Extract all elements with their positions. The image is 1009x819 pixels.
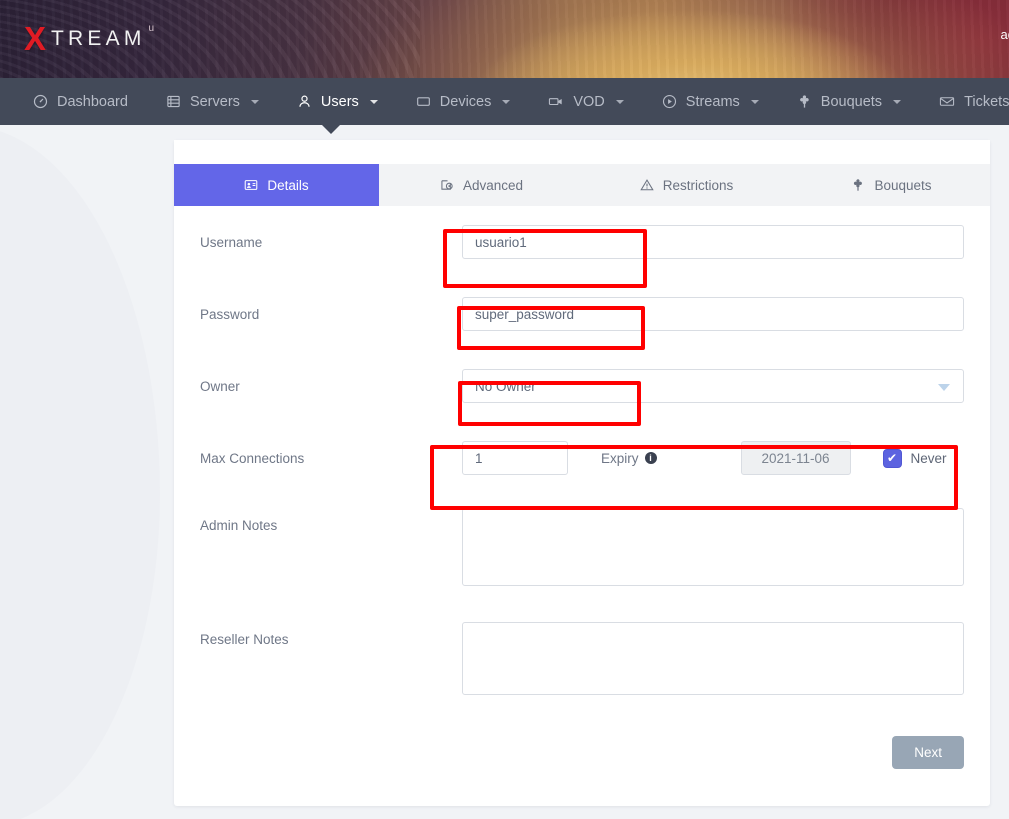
tab-label: Bouquets (874, 178, 931, 193)
nav-item-tickets[interactable]: Tickets (920, 78, 1009, 125)
admin-notes-label: Admin Notes (200, 508, 462, 533)
logo-x-mark: X (24, 22, 46, 55)
tab-advanced[interactable]: Advanced (379, 164, 584, 206)
nav-label: Users (321, 94, 359, 110)
nav-label: Streams (686, 94, 740, 110)
id-card-icon (244, 178, 258, 192)
expiry-label-group: Expiry i (601, 451, 657, 466)
password-input[interactable] (462, 297, 964, 331)
admin-notes-textarea[interactable] (462, 508, 964, 586)
logo-wordmark: TREAM (48, 28, 146, 49)
username-label: Username (200, 235, 462, 250)
account-menu[interactable]: ad (1001, 27, 1009, 42)
card-header-spacer (174, 140, 990, 164)
max-connections-label: Max Connections (200, 451, 462, 466)
info-icon[interactable]: i (645, 452, 657, 464)
nav-label: Servers (190, 94, 240, 110)
video-icon (548, 94, 564, 109)
chevron-down-icon (370, 100, 378, 104)
user-icon (297, 94, 312, 109)
row-owner: Owner (174, 350, 990, 422)
chevron-down-icon (751, 100, 759, 104)
never-checkbox[interactable]: ✔ (883, 449, 902, 468)
chevron-down-icon (616, 100, 624, 104)
max-connections-input[interactable] (462, 441, 568, 475)
server-icon (166, 94, 181, 109)
username-input[interactable] (462, 225, 964, 259)
chevron-down-icon (251, 100, 259, 104)
row-max-connections: Max Connections Expiry i ✔ Never (174, 422, 990, 494)
nav-item-bouquets[interactable]: Bouquets (778, 78, 920, 125)
owner-label: Owner (200, 379, 462, 394)
tab-label: Details (267, 178, 308, 193)
device-icon (416, 94, 431, 109)
never-checkbox-group: ✔ Never (883, 449, 947, 468)
nav-item-vod[interactable]: VOD (529, 78, 642, 125)
row-reseller-notes: Reseller Notes (174, 591, 990, 700)
reseller-notes-textarea[interactable] (462, 622, 964, 695)
cog-box-icon (440, 178, 454, 192)
bouquet-icon (851, 178, 865, 192)
warning-icon (640, 178, 654, 192)
nav-item-streams[interactable]: Streams (643, 78, 778, 125)
bouquet-icon (797, 94, 812, 109)
nav-item-servers[interactable]: Servers (147, 78, 278, 125)
active-nav-pointer (322, 125, 340, 134)
nav-item-dashboard[interactable]: Dashboard (14, 78, 147, 125)
reseller-notes-label: Reseller Notes (200, 622, 462, 647)
logo-superscript: u (149, 24, 155, 34)
row-admin-notes: Admin Notes (174, 494, 990, 591)
row-username: Username (174, 206, 990, 278)
main-navigation: Dashboard Servers Users (0, 78, 1009, 125)
expiry-date-input[interactable] (741, 441, 851, 475)
tab-restrictions[interactable]: Restrictions (584, 164, 789, 206)
tab-details[interactable]: Details (174, 164, 379, 206)
form-tabs: Details Advanced (174, 164, 990, 206)
details-form: Username Password Owner (174, 206, 990, 769)
expiry-label: Expiry (601, 451, 639, 466)
tab-label: Restrictions (663, 178, 734, 193)
chevron-down-icon (502, 100, 510, 104)
nav-label: Tickets (964, 94, 1009, 110)
app-header: X TREAM u ad (0, 0, 1009, 78)
row-password: Password (174, 278, 990, 350)
dashboard-icon (33, 94, 48, 109)
envelope-icon (939, 94, 955, 109)
nav-label: Dashboard (57, 94, 128, 110)
nav-item-users[interactable]: Users (278, 78, 397, 125)
form-footer: Next (174, 700, 990, 769)
play-circle-icon (662, 94, 677, 109)
password-label: Password (200, 307, 462, 322)
nav-label: VOD (573, 94, 604, 110)
never-label: Never (911, 451, 947, 466)
nav-label: Devices (440, 94, 492, 110)
chevron-down-icon (893, 100, 901, 104)
user-form-card: Details Advanced (174, 140, 990, 806)
tab-label: Advanced (463, 178, 523, 193)
nav-item-devices[interactable]: Devices (397, 78, 530, 125)
owner-select[interactable] (462, 369, 964, 403)
nav-label: Bouquets (821, 94, 882, 110)
brand-logo[interactable]: X TREAM u (24, 22, 154, 55)
tab-bouquets[interactable]: Bouquets (789, 164, 994, 206)
background-decoration (0, 126, 160, 819)
app-root: X TREAM u ad Dashboard Servers (0, 0, 1009, 819)
next-button[interactable]: Next (892, 736, 964, 769)
